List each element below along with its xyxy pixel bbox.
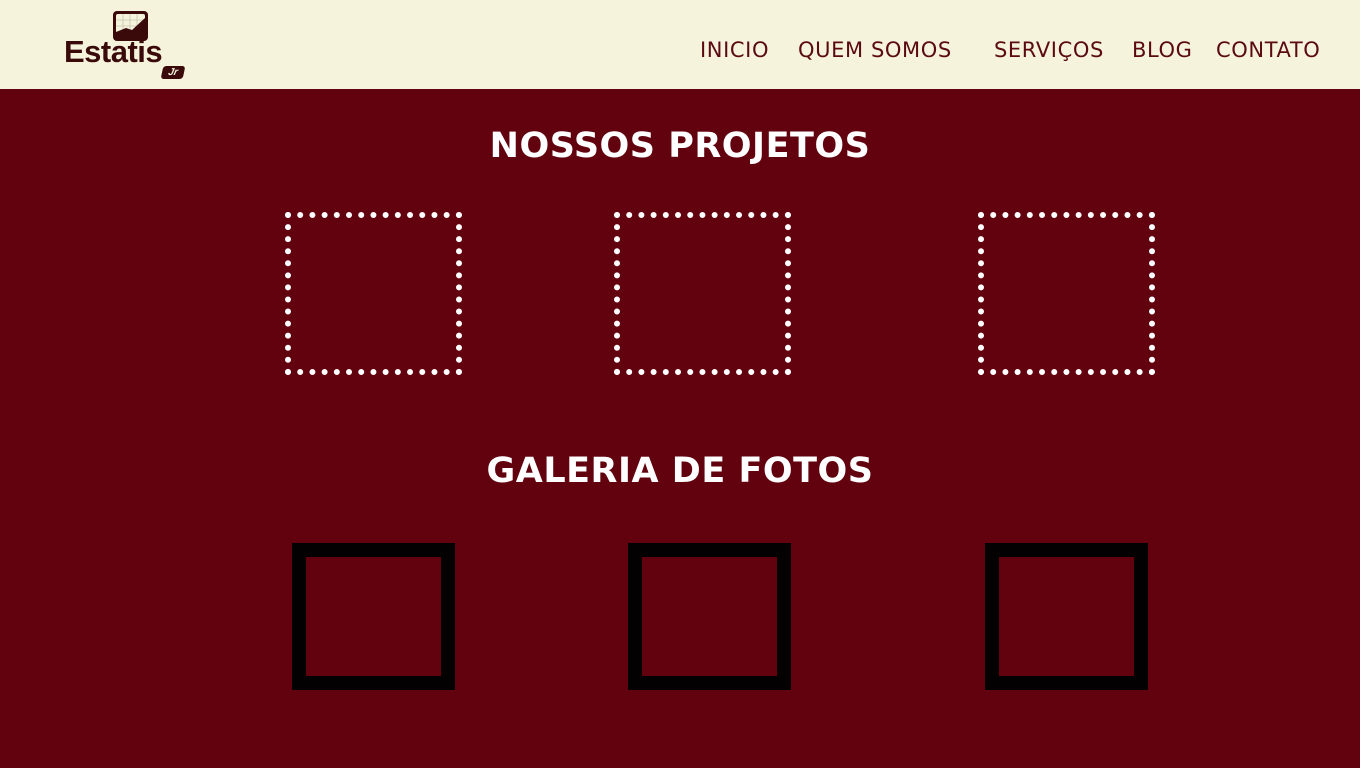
photo-placeholder-3[interactable] [985, 543, 1148, 690]
gallery-title: GALERIA DE FOTOS [486, 451, 874, 491]
project-placeholder-3[interactable] [978, 212, 1155, 375]
projects-title: NOSSOS PROJETOS [489, 126, 871, 166]
photo-placeholder-2[interactable] [628, 543, 791, 690]
nav-contato[interactable]: CONTATO [1216, 38, 1320, 62]
nav-servicos[interactable]: SERVIÇOS [994, 38, 1104, 62]
logo-jr-badge: Jr [160, 66, 186, 79]
site-header: Estatis Jr INICIO QUEM SOMOS SERVIÇOS BL… [0, 0, 1360, 89]
logo-wordmark: Estatis [64, 34, 163, 69]
nav-quem-somos[interactable]: QUEM SOMOS [798, 38, 952, 62]
photo-placeholder-1[interactable] [292, 543, 455, 690]
nav-blog[interactable]: BLOG [1132, 38, 1193, 62]
estatis-jr-logo[interactable]: Estatis Jr [62, 8, 188, 82]
project-placeholder-1[interactable] [285, 212, 462, 375]
nav-inicio[interactable]: INICIO [700, 38, 769, 62]
project-placeholder-2[interactable] [614, 212, 791, 375]
